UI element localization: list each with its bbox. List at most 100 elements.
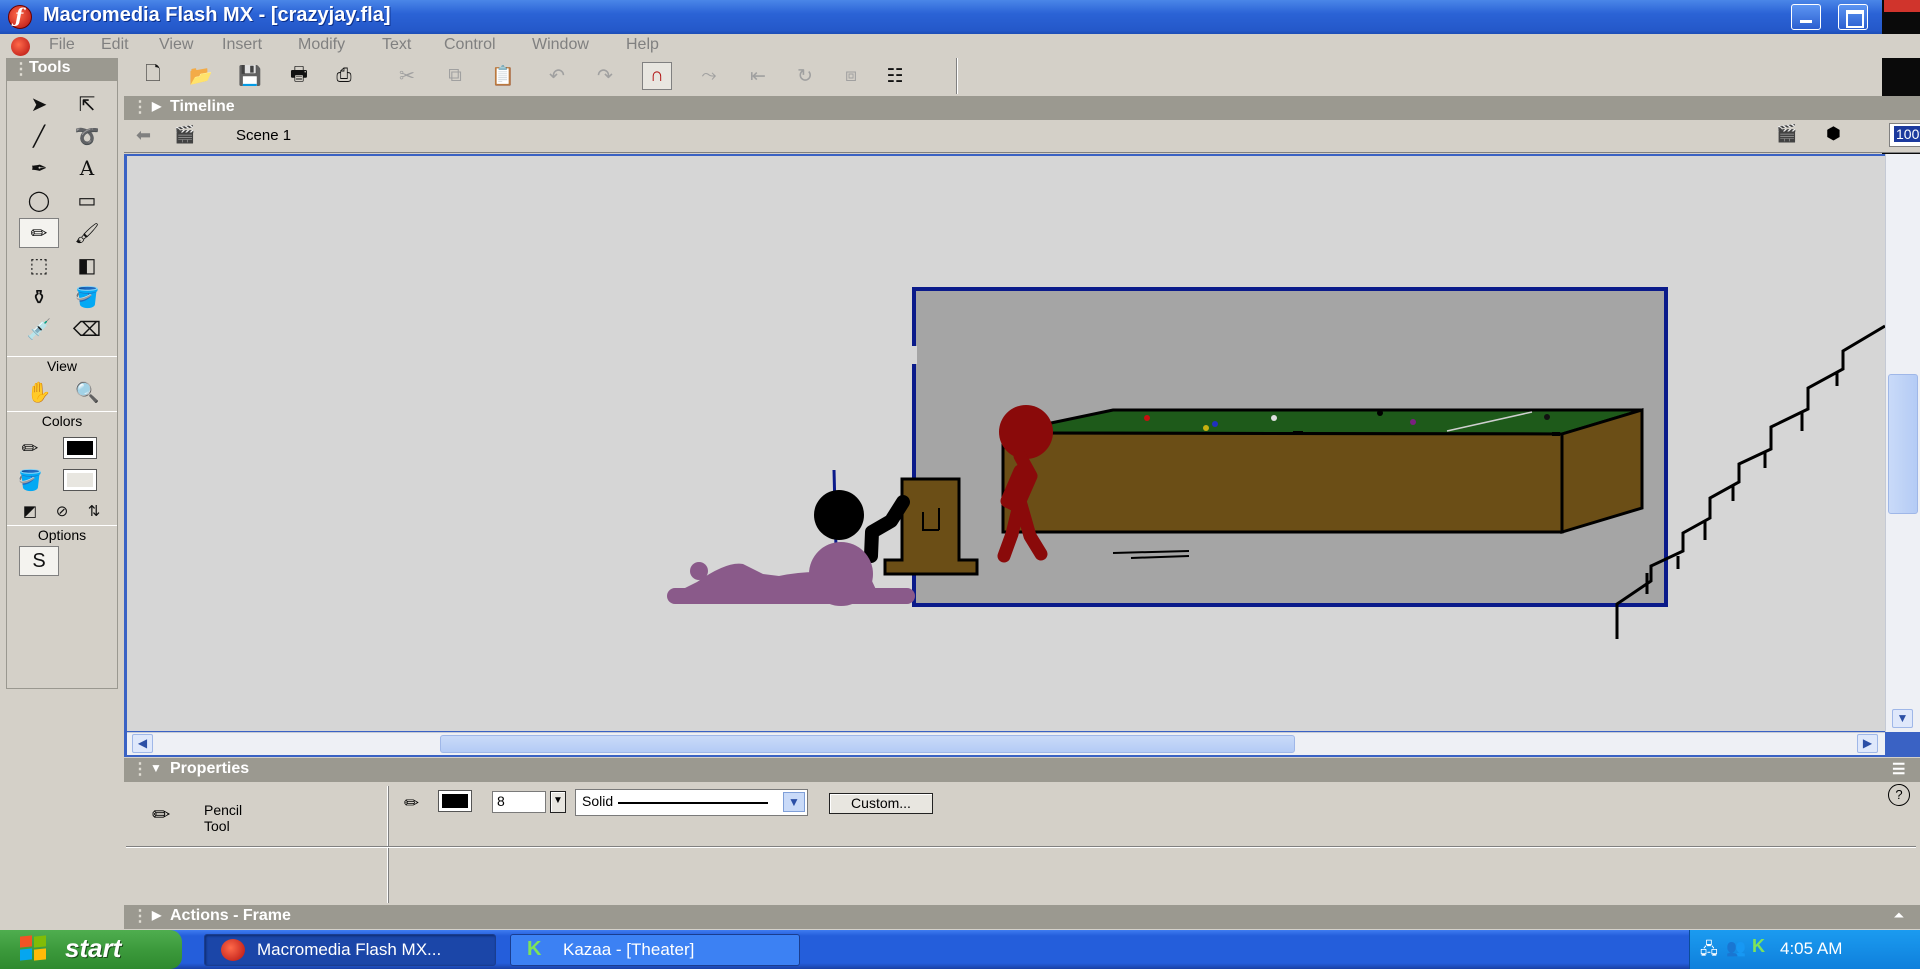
copy-icon[interactable]: ⧉ [440, 62, 470, 90]
zoom-tool-icon[interactable]: 🔍 [67, 377, 107, 407]
actions-header[interactable]: ⋮ ▶ Actions - Frame ⏶ [124, 905, 1920, 929]
snap-magnet-icon[interactable]: ∩ [642, 62, 672, 90]
line-tool-icon[interactable]: ╱ [19, 121, 59, 151]
ink-bottle-tool-icon[interactable]: ⚱ [19, 282, 59, 312]
tray-kazaa-icon[interactable]: K [1752, 936, 1765, 957]
tray-network-icon[interactable]: 🖧 [1700, 938, 1718, 965]
no-color-icon[interactable]: ⊘ [47, 496, 77, 526]
stroke-style-value: Solid [582, 793, 614, 809]
stroke-color-picker[interactable] [438, 790, 472, 812]
pencil-tool-icon[interactable]: ✏ [19, 218, 59, 248]
default-colors-icon[interactable]: ◩ [15, 496, 45, 526]
rectangle-tool-icon[interactable]: ▭ [67, 185, 107, 215]
hand-tool-icon[interactable]: ✋ [19, 377, 59, 407]
main-toolbar: 🗋 📂 💾 🖶 ⎙ ✂ ⧉ 📋 ↶ ↷ ∩ ⤳ ⇤ ↻ ⧈ ☷ [124, 58, 1894, 96]
stroke-style-select[interactable]: Solid ▼ [575, 789, 808, 816]
free-transform-tool-icon[interactable]: ⬚ [19, 250, 59, 280]
taskbar-item-label: Kazaa - [Theater] [563, 940, 695, 959]
menu-file[interactable]: File [49, 36, 75, 54]
undo-icon[interactable]: ↶ [542, 62, 572, 90]
stroke-color-swatch[interactable] [63, 437, 97, 459]
straighten-icon[interactable]: ⇤ [743, 62, 773, 90]
actions-title: Actions - Frame [170, 907, 291, 924]
black-figure-arm [864, 495, 910, 563]
pen-tool-icon[interactable]: ✒ [19, 153, 59, 183]
tray-messenger-icon[interactable]: 👥 [1726, 938, 1746, 958]
menu-help[interactable]: Help [626, 36, 659, 54]
paste-icon[interactable]: 📋 [488, 62, 518, 90]
toolbar-separator [956, 58, 958, 94]
edit-symbol-icon[interactable]: ⬢ [1826, 124, 1841, 144]
print-preview-icon[interactable]: ⎙ [329, 62, 359, 90]
back-arrow-icon[interactable]: ⬅ [136, 125, 151, 146]
rotate-icon[interactable]: ↻ [790, 62, 820, 90]
actions-expand-arrow-icon[interactable]: ▶ [152, 908, 161, 922]
lasso-tool-icon[interactable]: ➰ [67, 121, 107, 151]
eyedropper-tool-icon[interactable]: 💉 [19, 314, 59, 344]
minimize-button[interactable] [1791, 4, 1821, 30]
text-tool-icon[interactable]: A [67, 153, 107, 183]
work-area[interactable] [127, 156, 1885, 731]
scroll-right-arrow-icon[interactable]: ▶ [1857, 734, 1878, 753]
open-folder-icon[interactable]: 📂 [186, 62, 216, 90]
maximize-button[interactable] [1838, 4, 1868, 30]
swap-colors-icon[interactable]: ⇅ [79, 496, 109, 526]
vertical-scroll-thumb[interactable] [1888, 374, 1918, 514]
timeline-header[interactable]: ⋮ ▶ Timeline [124, 96, 1920, 120]
custom-button[interactable]: Custom... [829, 793, 933, 814]
scale-icon[interactable]: ⧈ [836, 62, 866, 90]
brush-tool-icon[interactable]: 🖌 [67, 218, 107, 248]
print-icon[interactable]: 🖶 [284, 62, 314, 90]
smooth-icon[interactable]: ⤳ [694, 62, 724, 90]
menu-window[interactable]: Window [532, 36, 589, 54]
horizontal-scrollbar[interactable]: ◀ ▶ [127, 732, 1885, 755]
menu-modify[interactable]: Modify [298, 36, 345, 54]
edit-scene-icon[interactable]: 🎬 [1776, 124, 1797, 144]
vertical-scrollbar[interactable]: ▼ [1885, 154, 1920, 732]
oval-tool-icon[interactable]: ◯ [19, 185, 59, 215]
flash-app-icon[interactable] [8, 5, 32, 29]
new-document-icon[interactable]: 🗋 [138, 62, 168, 90]
taskbar-item-kazaa[interactable]: K Kazaa - [Theater] [510, 934, 800, 966]
cut-icon[interactable]: ✂ [392, 62, 422, 90]
help-icon[interactable]: ? [1888, 784, 1910, 806]
pencil-mode-icon[interactable]: S [19, 546, 59, 576]
menu-edit[interactable]: Edit [101, 36, 129, 54]
redo-icon[interactable]: ↷ [590, 62, 620, 90]
menu-text[interactable]: Text [382, 36, 411, 54]
paint-bucket-tool-icon[interactable]: 🪣 [67, 282, 107, 312]
collapse-arrow-icon[interactable]: ▼ [150, 761, 162, 775]
arrow-tool-icon[interactable]: ➤ [19, 89, 59, 119]
scroll-down-arrow-icon[interactable]: ▼ [1892, 709, 1913, 728]
properties-divider [126, 846, 1916, 848]
menu-control[interactable]: Control [444, 36, 496, 54]
fill-color-swatch[interactable] [63, 469, 97, 491]
scroll-left-arrow-icon[interactable]: ◀ [132, 734, 153, 753]
save-icon[interactable]: 💾 [235, 62, 265, 90]
stroke-height-input[interactable]: 8 [492, 791, 546, 813]
menu-view[interactable]: View [159, 36, 193, 54]
properties-header[interactable]: ⋮ ▼ Properties ☰ [124, 758, 1920, 782]
black-figure-head [814, 490, 864, 540]
menu-insert[interactable]: Insert [222, 36, 262, 54]
fill-transform-tool-icon[interactable]: ◧ [67, 250, 107, 280]
ball-purple [1410, 419, 1416, 425]
start-button[interactable]: start [0, 930, 182, 969]
scene-name[interactable]: Scene 1 [236, 127, 291, 144]
zoom-field[interactable]: 100% [1889, 123, 1920, 147]
eraser-tool-icon[interactable]: ⌫ [67, 314, 107, 344]
stroke-style-dropdown-icon[interactable]: ▼ [783, 792, 805, 812]
taskbar-item-label: Macromedia Flash MX... [257, 940, 442, 959]
panel-menu-icon[interactable]: ☰ [1892, 760, 1905, 778]
document-icon[interactable] [11, 37, 30, 56]
purple-figure-hand [690, 562, 708, 580]
taskbar-clock[interactable]: 4:05 AM [1780, 939, 1842, 959]
tools-panel-title[interactable]: Tools [7, 59, 117, 81]
align-icon[interactable]: ☷ [880, 62, 910, 90]
stroke-height-dropdown-icon[interactable]: ▼ [550, 791, 566, 813]
subselect-tool-icon[interactable]: ⇱ [67, 89, 107, 119]
restore-panel-icon[interactable]: ⏶ [1894, 908, 1904, 923]
horizontal-scroll-thumb[interactable] [440, 735, 1295, 753]
taskbar-item-flash[interactable]: Macromedia Flash MX... [204, 934, 496, 966]
expand-arrow-icon[interactable]: ▶ [152, 99, 161, 113]
